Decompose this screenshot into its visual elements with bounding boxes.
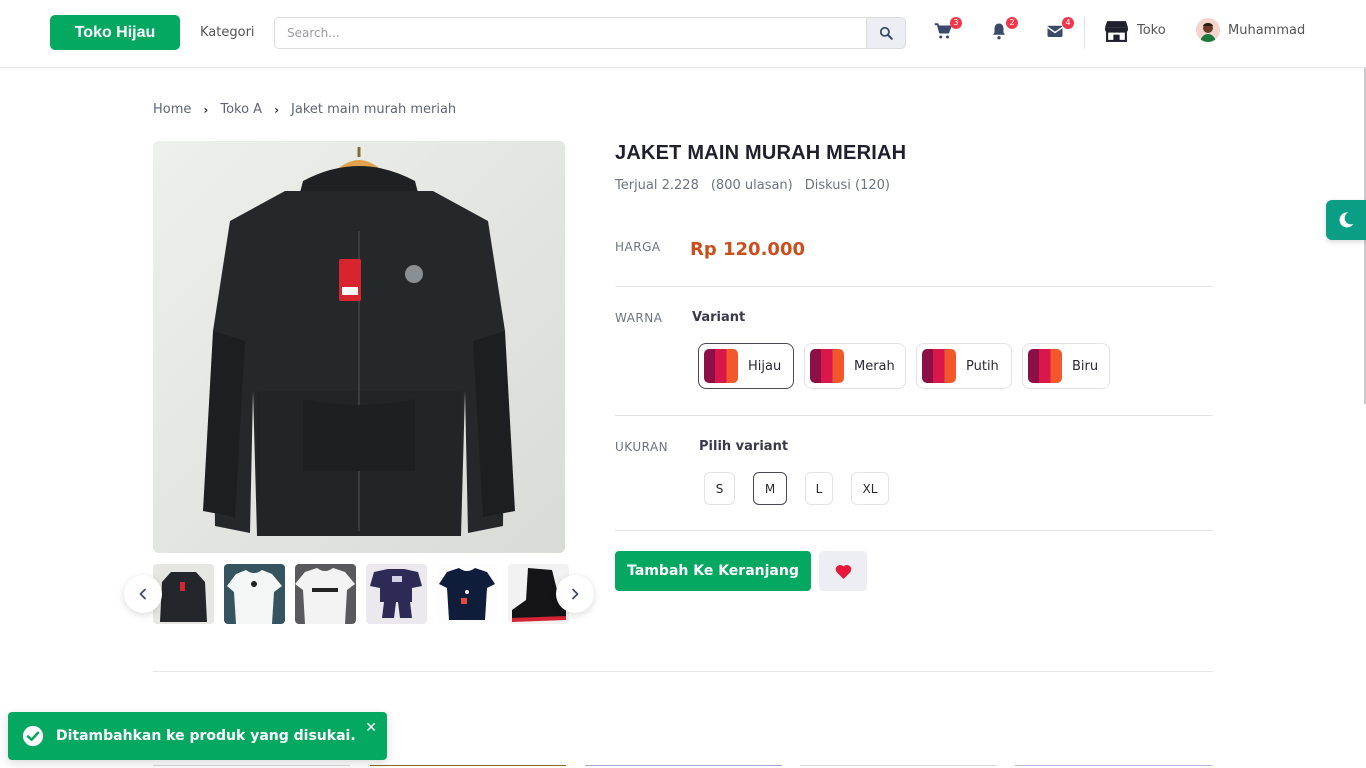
review-link[interactable]: (800 ulasan) (711, 178, 793, 193)
color-option-merah[interactable]: Merah (804, 343, 906, 389)
kategori-link[interactable]: Kategori (200, 25, 255, 40)
mail-button[interactable]: 4 (1046, 17, 1074, 44)
mail-badge: 4 (1062, 17, 1074, 29)
toast-notification: Ditambahkan ke produk yang disukai. ✕ (8, 712, 387, 760)
color-swatch (922, 349, 956, 383)
size-variant-heading: Pilih variant (699, 439, 789, 454)
add-to-cart-button[interactable]: Tambah Ke Keranjang (615, 551, 811, 591)
price-label: HARGA (615, 240, 661, 254)
size-label: UKURAN (615, 440, 669, 454)
size-option-xl[interactable]: XL (851, 472, 889, 505)
thumbnail-item[interactable] (295, 564, 356, 624)
toko-label: Toko (1137, 23, 1166, 38)
close-icon[interactable]: ✕ (365, 720, 377, 736)
thumbnail-item[interactable] (437, 564, 498, 624)
chevron-right-icon: › (274, 102, 280, 117)
thumbnail-item[interactable] (366, 564, 427, 624)
breadcrumb-store[interactable]: Toko A (220, 102, 262, 117)
product-title: JAKET MAIN MURAH MERIAH (615, 142, 907, 164)
divider (615, 415, 1213, 416)
toast-message: Ditambahkan ke produk yang disukai. (56, 728, 356, 744)
color-option-label: Biru (1072, 358, 1099, 374)
search-input[interactable] (275, 18, 866, 48)
thumbnail-item[interactable] (224, 564, 285, 624)
navbar: Toko Hijau Kategori 3 2 4 Toko Muhammad (0, 0, 1366, 68)
thumbnail-item[interactable] (153, 564, 214, 624)
moon-icon (1339, 212, 1354, 228)
thumbnail-prev-button[interactable] (124, 575, 162, 613)
avatar (1196, 18, 1220, 42)
color-label: WARNA (615, 311, 663, 325)
cart-button[interactable]: 3 (934, 17, 962, 44)
color-option-putih[interactable]: Putih (916, 343, 1012, 389)
thumbnail-next-button[interactable] (556, 575, 594, 613)
breadcrumb-current[interactable]: Jaket main murah meriah (291, 102, 456, 117)
size-option-s[interactable]: S (704, 472, 735, 505)
check-circle-icon (22, 725, 44, 747)
color-variant-heading: Variant (692, 310, 746, 325)
store-icon (1105, 21, 1128, 42)
heart-icon (835, 564, 851, 579)
user-menu[interactable]: Muhammad (1196, 18, 1305, 42)
toko-link[interactable]: Toko (1104, 18, 1166, 43)
search-button[interactable] (866, 18, 905, 48)
notification-badge: 2 (1006, 17, 1018, 29)
color-option-biru[interactable]: Biru (1022, 343, 1110, 389)
cart-badge: 3 (950, 17, 962, 29)
theme-toggle-button[interactable] (1326, 200, 1366, 240)
wishlist-button[interactable] (819, 551, 867, 591)
color-option-label: Merah (854, 358, 895, 374)
search-icon (879, 26, 893, 40)
search-bar (274, 17, 906, 49)
color-swatch (1028, 349, 1062, 383)
thumbnail-strip (153, 564, 569, 624)
brand-logo[interactable]: Toko Hijau (50, 15, 180, 50)
size-option-l[interactable]: L (805, 472, 833, 505)
product-price: Rp 120.000 (690, 239, 805, 260)
color-swatch (704, 349, 738, 383)
section-divider (153, 671, 1213, 672)
navbar-divider (1084, 17, 1085, 49)
product-meta: Terjual 2.228 (800 ulasan) Diskusi (120) (615, 178, 890, 193)
breadcrumb-home[interactable]: Home (153, 102, 191, 117)
user-name: Muhammad (1228, 22, 1306, 38)
notification-button[interactable]: 2 (990, 17, 1018, 44)
chevron-left-icon (139, 588, 146, 600)
size-option-m[interactable]: M (753, 472, 787, 505)
color-option-hijau[interactable]: Hijau (698, 343, 794, 389)
color-swatch (810, 349, 844, 383)
chevron-right-icon: › (203, 102, 209, 117)
breadcrumb: Home › Toko A › Jaket main murah meriah (153, 102, 456, 117)
color-option-label: Hijau (748, 358, 782, 374)
product-main-image[interactable] (153, 141, 565, 553)
chevron-right-icon (572, 588, 579, 600)
discussion-link[interactable]: Diskusi (120) (805, 178, 890, 193)
sold-count: Terjual 2.228 (615, 178, 699, 193)
divider (615, 530, 1213, 531)
divider (615, 286, 1213, 287)
color-option-label: Putih (966, 358, 999, 374)
